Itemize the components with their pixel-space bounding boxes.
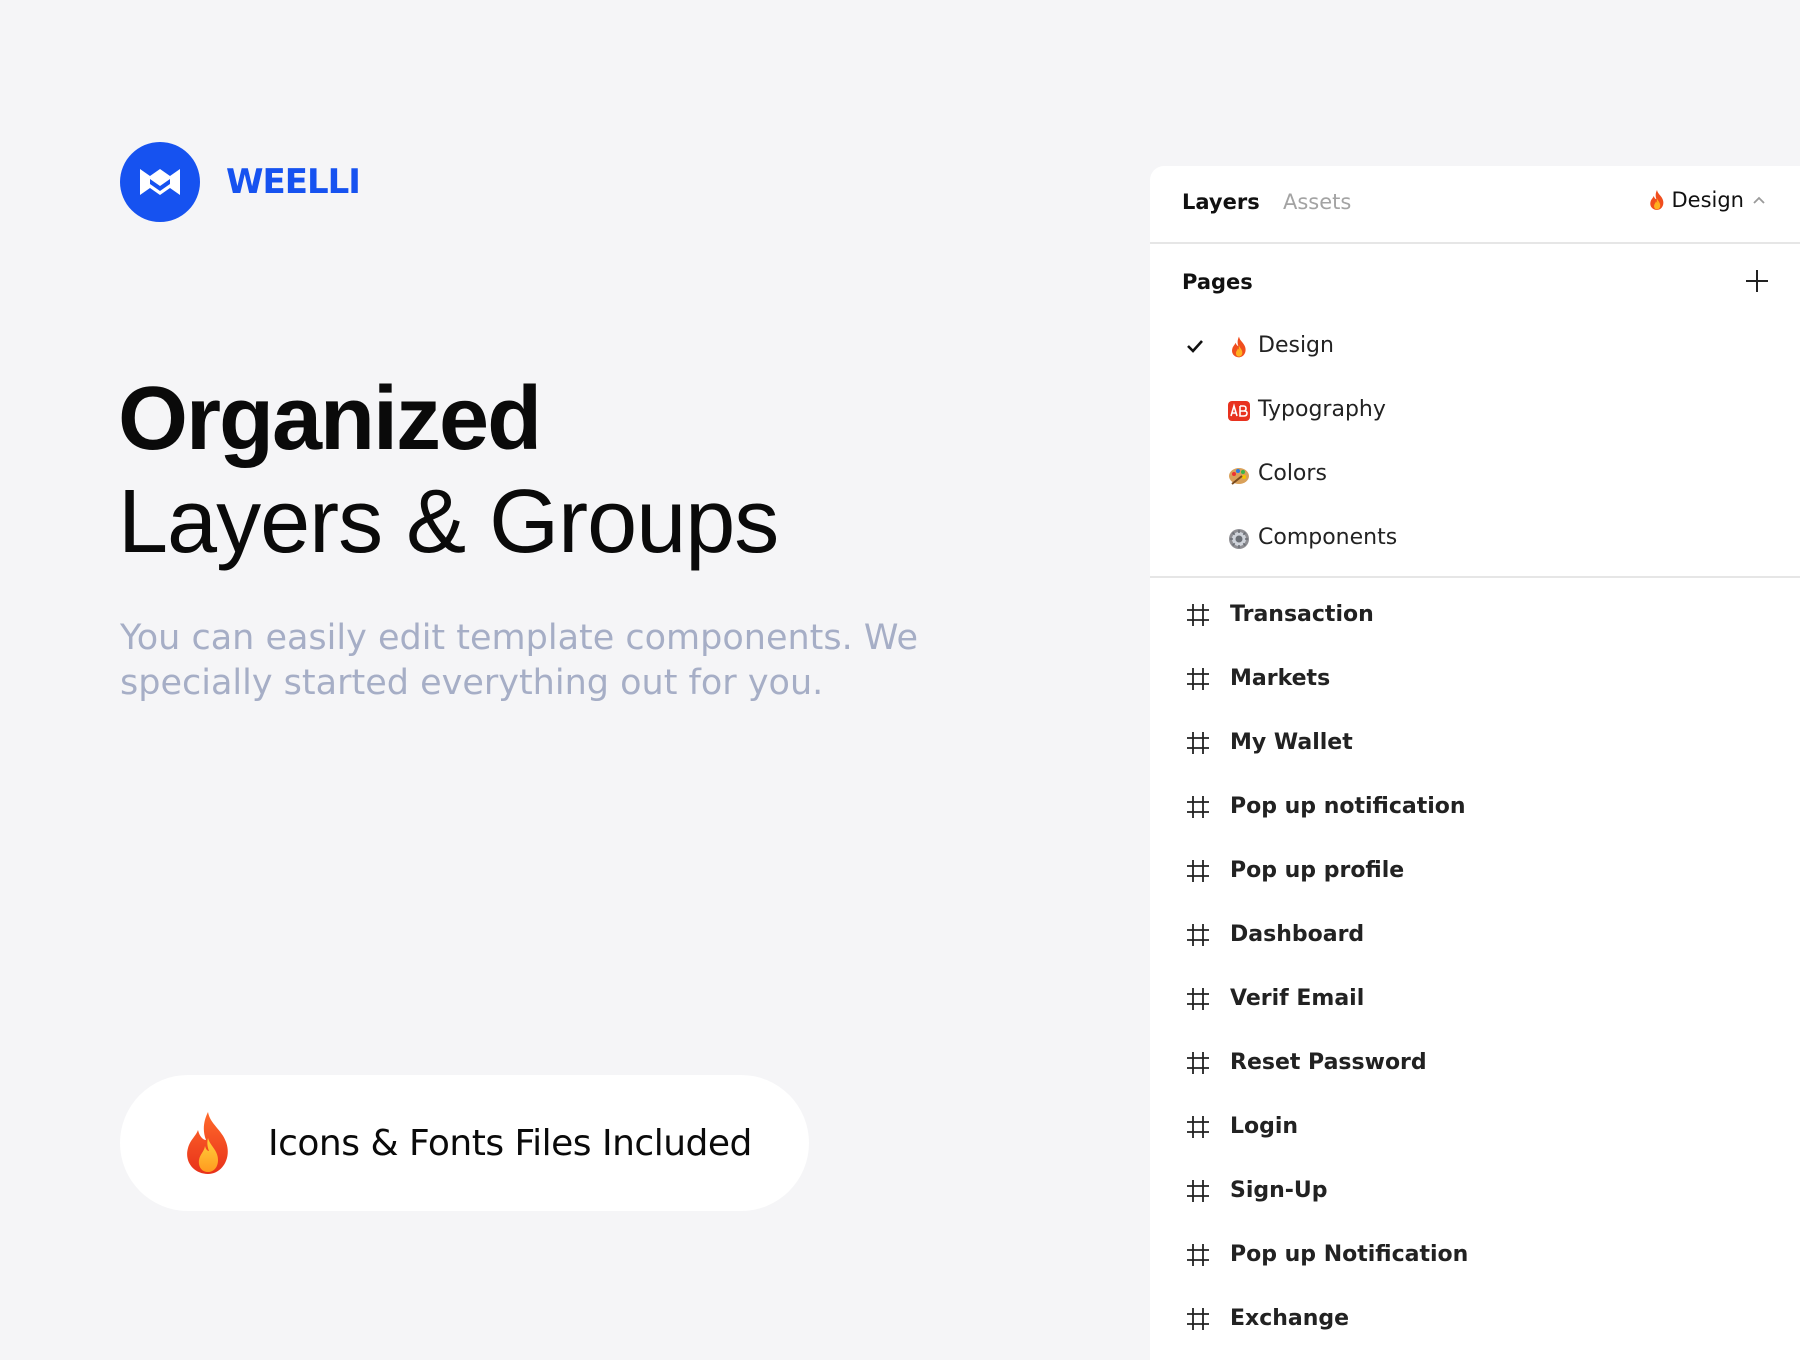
frame-hash-icon: [1187, 604, 1209, 626]
page-item-colors[interactable]: Colors: [1150, 442, 1800, 506]
frame-item-markets[interactable]: Markets: [1150, 648, 1800, 712]
frame-label: Pop up profile: [1230, 858, 1405, 883]
frame-hash-icon: [1187, 1244, 1209, 1266]
palette-icon: [1229, 468, 1249, 485]
frame-item-reset-password[interactable]: Reset Password: [1150, 1032, 1800, 1096]
frame-label: Pop up notification: [1230, 794, 1466, 819]
frame-label: Exchange: [1230, 1306, 1350, 1331]
pages-title: Pages: [1182, 270, 1253, 294]
frame-label: Dashboard: [1230, 922, 1365, 947]
frame-item-verif-email[interactable]: Verif Email: [1150, 968, 1800, 1032]
frame-item-transaction[interactable]: Transaction: [1150, 584, 1800, 648]
chevron-up-icon: [1753, 196, 1765, 204]
page-title: Organized Layers & Groups: [118, 369, 779, 572]
page-list: Design Typography Colors Components: [1150, 314, 1800, 570]
feature-pill-label: Icons & Fonts Files Included: [268, 1122, 752, 1164]
tab-layers[interactable]: Layers: [1182, 190, 1260, 214]
frame-label: Login: [1230, 1114, 1299, 1139]
fire-icon: [1650, 190, 1664, 210]
page-label: Typography: [1258, 397, 1386, 422]
frame-item-pop-up-profile[interactable]: Pop up profile: [1150, 840, 1800, 904]
frame-hash-icon: [1187, 860, 1209, 882]
frame-item-pop-up-notification-2[interactable]: Pop up Notification: [1150, 1224, 1800, 1288]
fire-icon: [187, 1112, 228, 1174]
fire-icon: [1232, 336, 1246, 358]
frame-label: My Wallet: [1230, 730, 1353, 755]
subtitle: You can easily edit template components.…: [120, 618, 918, 703]
frame-item-dashboard[interactable]: Dashboard: [1150, 904, 1800, 968]
frame-hash-icon: [1187, 988, 1209, 1010]
page-label: Components: [1258, 525, 1398, 550]
frame-hash-icon: [1187, 1180, 1209, 1202]
frame-hash-icon: [1187, 1052, 1209, 1074]
frame-label: Verif Email: [1230, 986, 1365, 1011]
brand-name: WEELLI: [226, 162, 361, 202]
layers-panel: Layers Assets Design Pages Design Typogr…: [1150, 166, 1800, 1360]
frame-hash-icon: [1187, 1116, 1209, 1138]
frame-label: Pop up Notification: [1230, 1242, 1469, 1267]
frame-label: Transaction: [1230, 602, 1374, 627]
page-item-design[interactable]: Design: [1150, 314, 1800, 378]
add-page-icon[interactable]: [1744, 268, 1770, 294]
frame-label: Sign-Up: [1230, 1178, 1328, 1203]
ab-badge-icon: [1228, 401, 1250, 421]
frame-list: Transaction Markets My Wallet Pop up not…: [1150, 578, 1800, 1352]
current-page-dropdown[interactable]: Design: [1648, 188, 1766, 212]
frame-item-exchange[interactable]: Exchange: [1150, 1288, 1800, 1352]
title-strong: Organized: [118, 369, 542, 469]
page-item-typography[interactable]: Typography: [1150, 378, 1800, 442]
tab-assets[interactable]: Assets: [1283, 190, 1351, 214]
frame-item-my-wallet[interactable]: My Wallet: [1150, 712, 1800, 776]
brand: WEELLI: [120, 142, 361, 222]
page-label: Colors: [1258, 461, 1327, 486]
page-label: Design: [1258, 333, 1334, 358]
title-light: Layers & Groups: [118, 472, 779, 572]
feature-pill: Icons & Fonts Files Included: [120, 1075, 809, 1211]
gear-icon: [1229, 529, 1249, 549]
frame-item-login[interactable]: Login: [1150, 1096, 1800, 1160]
frame-hash-icon: [1187, 668, 1209, 690]
frame-label: Markets: [1230, 666, 1331, 691]
frame-label: Reset Password: [1230, 1050, 1427, 1075]
current-page-label: Design: [1671, 188, 1744, 212]
frame-hash-icon: [1187, 796, 1209, 818]
page-item-components[interactable]: Components: [1150, 506, 1800, 570]
panel-header: Layers Assets Design: [1150, 166, 1800, 244]
frame-item-pop-up-notification[interactable]: Pop up notification: [1150, 776, 1800, 840]
brand-logo-icon: [120, 142, 200, 222]
frame-hash-icon: [1187, 924, 1209, 946]
frame-hash-icon: [1187, 1308, 1209, 1330]
pages-section: Pages Design Typography Colors Component…: [1150, 244, 1800, 578]
check-icon: [1187, 340, 1203, 353]
frame-hash-icon: [1187, 732, 1209, 754]
frame-item-sign-up[interactable]: Sign-Up: [1150, 1160, 1800, 1224]
